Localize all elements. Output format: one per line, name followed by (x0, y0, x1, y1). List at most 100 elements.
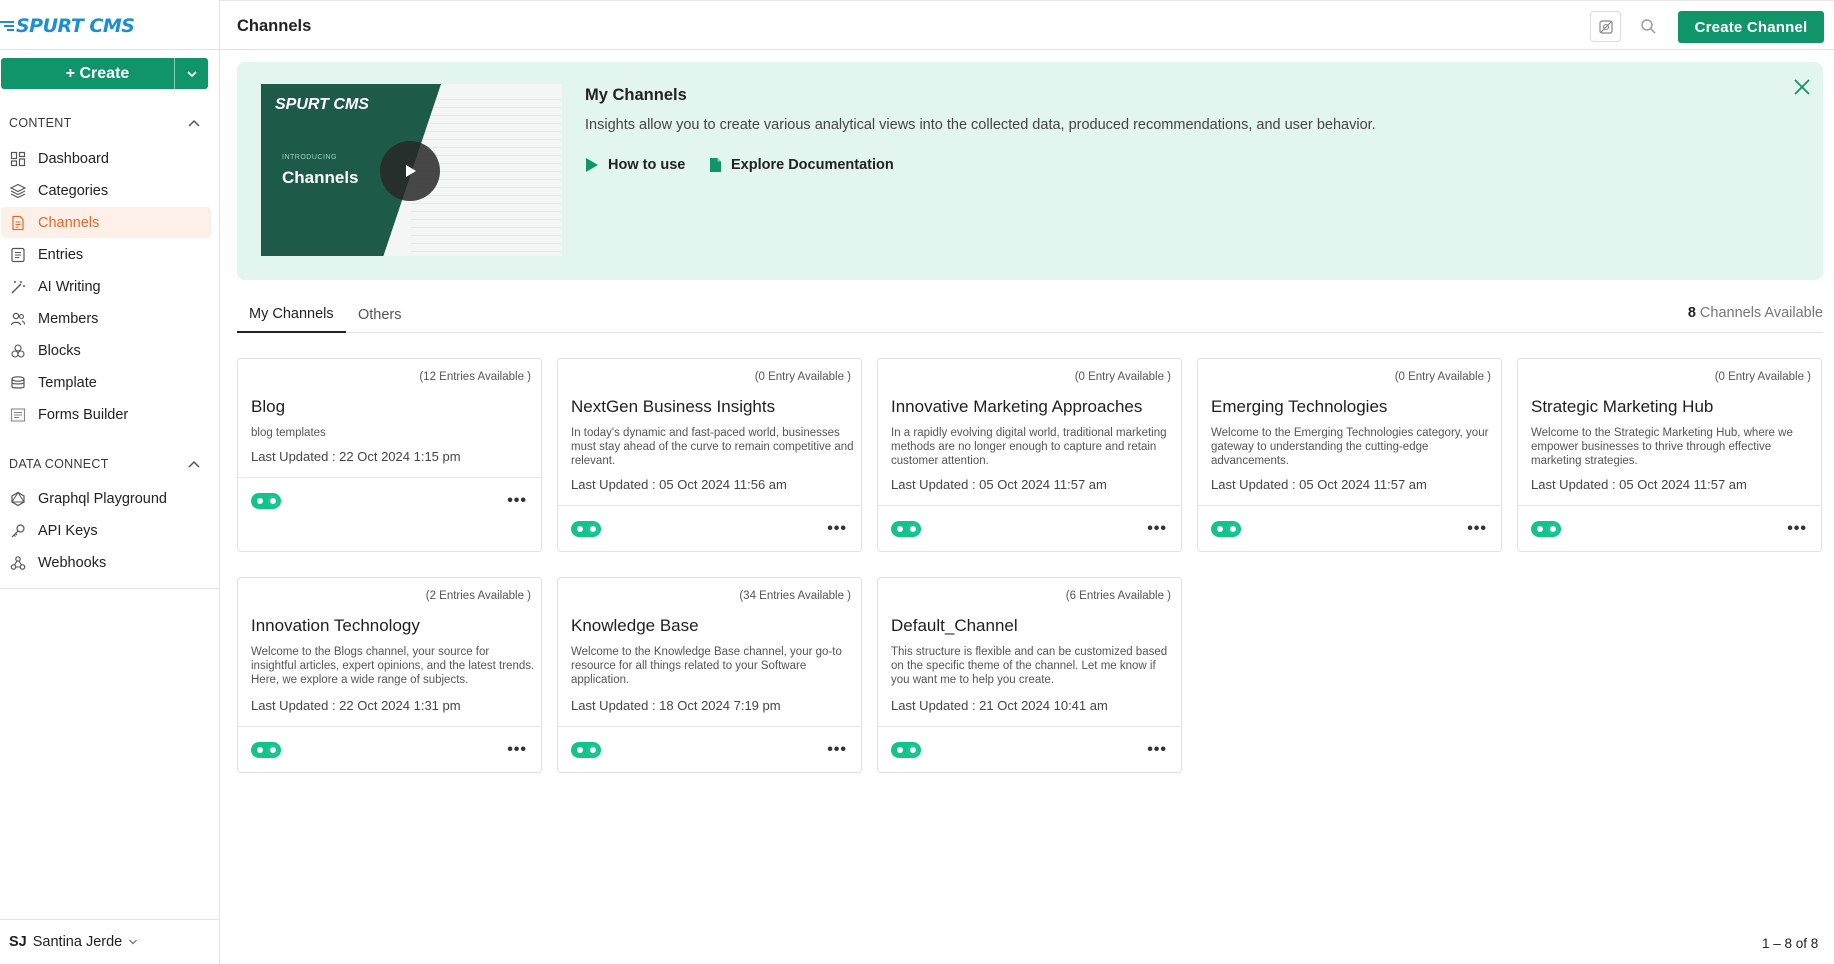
channel-status-toggle[interactable] (251, 742, 281, 758)
how-to-use-link[interactable]: How to use (585, 157, 685, 173)
sidebar-item-graphql-playground[interactable]: Graphql Playground (1, 483, 211, 514)
create-split-button: + Create (1, 58, 208, 89)
close-banner-button[interactable] (1789, 74, 1815, 100)
card-footer: ••• (1198, 505, 1501, 552)
sidebar-item-label: AI Writing (38, 278, 101, 295)
sidebar-item-api-keys[interactable]: API Keys (1, 515, 211, 546)
count-number: 8 (1687, 305, 1696, 321)
section-content-header[interactable]: CONTENT (9, 116, 201, 130)
sidebar-item-forms-builder[interactable]: Forms Builder (1, 399, 211, 430)
last-updated: Last Updated : 05 Oct 2024 11:57 am (1211, 477, 1427, 492)
sidebar: SPURT CMS + Create CONTENT Dashboard Cat… (0, 0, 220, 964)
tab-others[interactable]: Others (346, 297, 414, 333)
more-options-button[interactable]: ••• (507, 492, 527, 510)
sidebar-item-blocks[interactable]: Blocks (1, 335, 211, 366)
more-options-button[interactable]: ••• (827, 741, 847, 759)
channel-card[interactable]: (12 Entries Available ) Blog blog templa… (237, 358, 542, 552)
sidebar-item-template[interactable]: Template (1, 367, 211, 398)
channel-title[interactable]: NextGen Business Insights (571, 397, 775, 417)
channel-card[interactable]: (2 Entries Available ) Innovation Techno… (237, 577, 542, 773)
create-dropdown-button[interactable] (174, 58, 208, 89)
sidebar-item-ai-writing[interactable]: AI Writing (1, 271, 211, 302)
channel-title[interactable]: Strategic Marketing Hub (1531, 397, 1713, 417)
logo-speed-lines-icon (0, 19, 14, 33)
card-footer: ••• (1518, 505, 1821, 552)
sidebar-item-label: API Keys (38, 522, 98, 539)
more-options-button[interactable]: ••• (827, 520, 847, 538)
section-data-connect-header[interactable]: DATA CONNECT (9, 457, 201, 471)
intro-video-thumbnail[interactable]: SPURT CMS INTRODUCING Channels (261, 84, 562, 256)
channel-title[interactable]: Innovative Marketing Approaches (891, 397, 1142, 417)
app: SPURT CMS + Create CONTENT Dashboard Cat… (0, 0, 1834, 964)
entries-available: (0 Entry Available ) (1394, 371, 1491, 383)
spurt-cms-logo[interactable]: SPURT CMS (0, 12, 135, 40)
play-button[interactable] (380, 141, 440, 201)
channel-card[interactable]: (0 Entry Available ) Strategic Marketing… (1517, 358, 1822, 552)
channel-status-toggle[interactable] (891, 742, 921, 758)
more-options-button[interactable]: ••• (1787, 520, 1807, 538)
chevron-down-icon (186, 70, 197, 77)
channel-status-toggle[interactable] (251, 493, 281, 509)
more-options-button[interactable]: ••• (1467, 520, 1487, 538)
create-button[interactable]: + Create (1, 65, 174, 83)
channel-status-toggle[interactable] (1531, 521, 1561, 537)
more-options-button[interactable]: ••• (507, 741, 527, 759)
banner-title: My Channels (585, 86, 687, 104)
sidebar-item-label: Categories (38, 182, 109, 199)
channel-title[interactable]: Knowledge Base (571, 616, 699, 636)
channel-status-toggle[interactable] (891, 521, 921, 537)
create-channel-button[interactable]: Create Channel (1678, 11, 1824, 43)
document-icon (9, 214, 27, 232)
banner-description: Insights allow you to create various ana… (585, 117, 1376, 133)
channels-available-count: 8 Channels Available (1688, 305, 1823, 321)
channel-description: blog templates (251, 427, 326, 439)
card-footer: ••• (558, 726, 861, 773)
sidebar-item-dashboard[interactable]: Dashboard (1, 143, 211, 174)
channel-description: In today's dynamic and fast-paced world,… (571, 427, 854, 467)
more-options-button[interactable]: ••• (1147, 741, 1167, 759)
channel-status-toggle[interactable] (1211, 521, 1241, 537)
channel-card[interactable]: (34 Entries Available ) Knowledge Base W… (557, 577, 862, 773)
channel-status-toggle[interactable] (571, 742, 601, 758)
info-banner: SPURT CMS INTRODUCING Channels My Channe… (237, 62, 1823, 280)
channel-title[interactable]: Default_Channel (891, 616, 1018, 636)
divider (0, 588, 220, 589)
sidebar-item-webhooks[interactable]: Webhooks (1, 547, 211, 578)
search-button[interactable] (1633, 11, 1664, 42)
play-icon (406, 165, 416, 177)
channel-card[interactable]: (0 Entry Available ) NextGen Business In… (557, 358, 862, 552)
sidebar-item-label: Webhooks (38, 554, 107, 571)
play-triangle-icon (586, 158, 598, 172)
key-icon (9, 522, 27, 540)
channel-title[interactable]: Blog (251, 397, 285, 417)
channel-card[interactable]: (6 Entries Available ) Default_Channel T… (877, 577, 1182, 773)
channel-card[interactable]: (0 Entry Available ) Innovative Marketin… (877, 358, 1182, 552)
hide-toggle-button[interactable] (1590, 11, 1621, 42)
sidebar-item-members[interactable]: Members (1, 303, 211, 334)
tab-my-channels[interactable]: My Channels (237, 297, 346, 333)
section-title: CONTENT (9, 116, 72, 130)
sidebar-item-channels[interactable]: Channels (1, 207, 211, 238)
last-updated: Last Updated : 05 Oct 2024 11:57 am (891, 477, 1107, 492)
chevron-down-icon (129, 939, 138, 945)
count-label: Channels Available (1699, 305, 1823, 321)
last-updated: Last Updated : 05 Oct 2024 11:57 am (1531, 477, 1747, 492)
more-options-button[interactable]: ••• (1147, 520, 1167, 538)
pagination-info: 1 – 8 of 8 (1762, 936, 1819, 951)
channel-status-toggle[interactable] (571, 521, 601, 537)
entries-available: (0 Entry Available ) (1074, 371, 1171, 383)
channel-card[interactable]: (0 Entry Available ) Emerging Technologi… (1197, 358, 1502, 552)
sidebar-item-entries[interactable]: Entries (1, 239, 211, 270)
last-updated: Last Updated : 22 Oct 2024 1:15 pm (251, 449, 461, 464)
webhook-icon (9, 554, 27, 572)
channel-title[interactable]: Emerging Technologies (1211, 397, 1387, 417)
entries-available: (34 Entries Available ) (739, 590, 851, 602)
user-menu[interactable]: SJ Santina Jerde (9, 934, 138, 950)
channel-tabs: My Channels Others 8 Channels Available (237, 297, 1823, 333)
card-footer: ••• (558, 505, 861, 552)
explore-documentation-link[interactable]: Explore Documentation (709, 157, 894, 173)
divider (0, 919, 220, 920)
channel-title[interactable]: Innovation Technology (251, 616, 420, 636)
last-updated: Last Updated : 18 Oct 2024 7:19 pm (571, 698, 781, 713)
sidebar-item-categories[interactable]: Categories (1, 175, 211, 206)
